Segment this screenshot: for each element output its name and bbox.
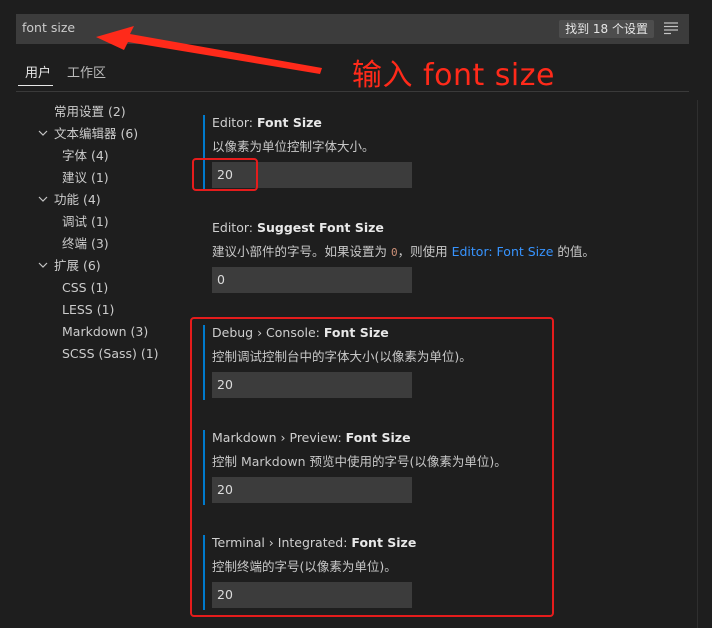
- setting-title: Editor: Suggest Font Size: [212, 220, 384, 235]
- setting-description: 建议小部件的字号。如果设置为 0，则使用 Editor: Font Size 的…: [212, 244, 595, 259]
- toc-item-debug[interactable]: 调试 (1): [62, 211, 109, 233]
- active-tab-indicator: [18, 85, 53, 86]
- setting-link[interactable]: Editor: Font Size: [452, 244, 554, 259]
- toc-item-terminal[interactable]: 终端 (3): [62, 233, 109, 255]
- tabs-divider: [16, 91, 689, 92]
- setting-editor-font-size: Editor: Font Size 以像素为单位控制字体大小。 20: [203, 115, 633, 195]
- search-result-count: 找到 18 个设置: [559, 20, 654, 38]
- annotation-arrow: [96, 26, 322, 74]
- scrollbar-track[interactable]: [697, 100, 698, 628]
- toc-item-suggest[interactable]: 建议 (1): [62, 167, 109, 189]
- chevron-down-icon[interactable]: [37, 259, 49, 271]
- toc-item-features[interactable]: 功能 (4): [54, 189, 101, 211]
- toc-item-less[interactable]: LESS (1): [62, 299, 114, 321]
- toc-item-font[interactable]: 字体 (4): [62, 145, 109, 167]
- toc-item-css[interactable]: CSS (1): [62, 277, 108, 299]
- toc-item-extensions[interactable]: 扩展 (6): [54, 255, 101, 277]
- chevron-down-icon[interactable]: [37, 193, 49, 205]
- suggest-font-size-input[interactable]: 0: [212, 267, 412, 293]
- toc-item-common[interactable]: 常用设置 (2): [54, 101, 126, 123]
- highlight-box-related-settings: [190, 317, 554, 617]
- tab-user[interactable]: 用户: [25, 62, 51, 81]
- setting-description: 以像素为单位控制字体大小。: [212, 139, 375, 154]
- highlight-box-font-size-input: [192, 158, 258, 191]
- tab-workspace[interactable]: 工作区: [67, 62, 106, 81]
- search-input[interactable]: font size: [22, 20, 75, 35]
- setting-suggest-font-size: Editor: Suggest Font Size 建议小部件的字号。如果设置为…: [203, 220, 633, 300]
- annotation-text: 输入 font size: [352, 58, 555, 93]
- toc-item-text-editor[interactable]: 文本编辑器 (6): [54, 123, 138, 145]
- toc-item-scss[interactable]: SCSS (Sass) (1): [62, 343, 159, 365]
- toc-item-markdown[interactable]: Markdown (3): [62, 321, 148, 343]
- chevron-down-icon[interactable]: [37, 127, 49, 139]
- filter-icon[interactable]: [663, 21, 679, 35]
- setting-title: Editor: Font Size: [212, 115, 322, 130]
